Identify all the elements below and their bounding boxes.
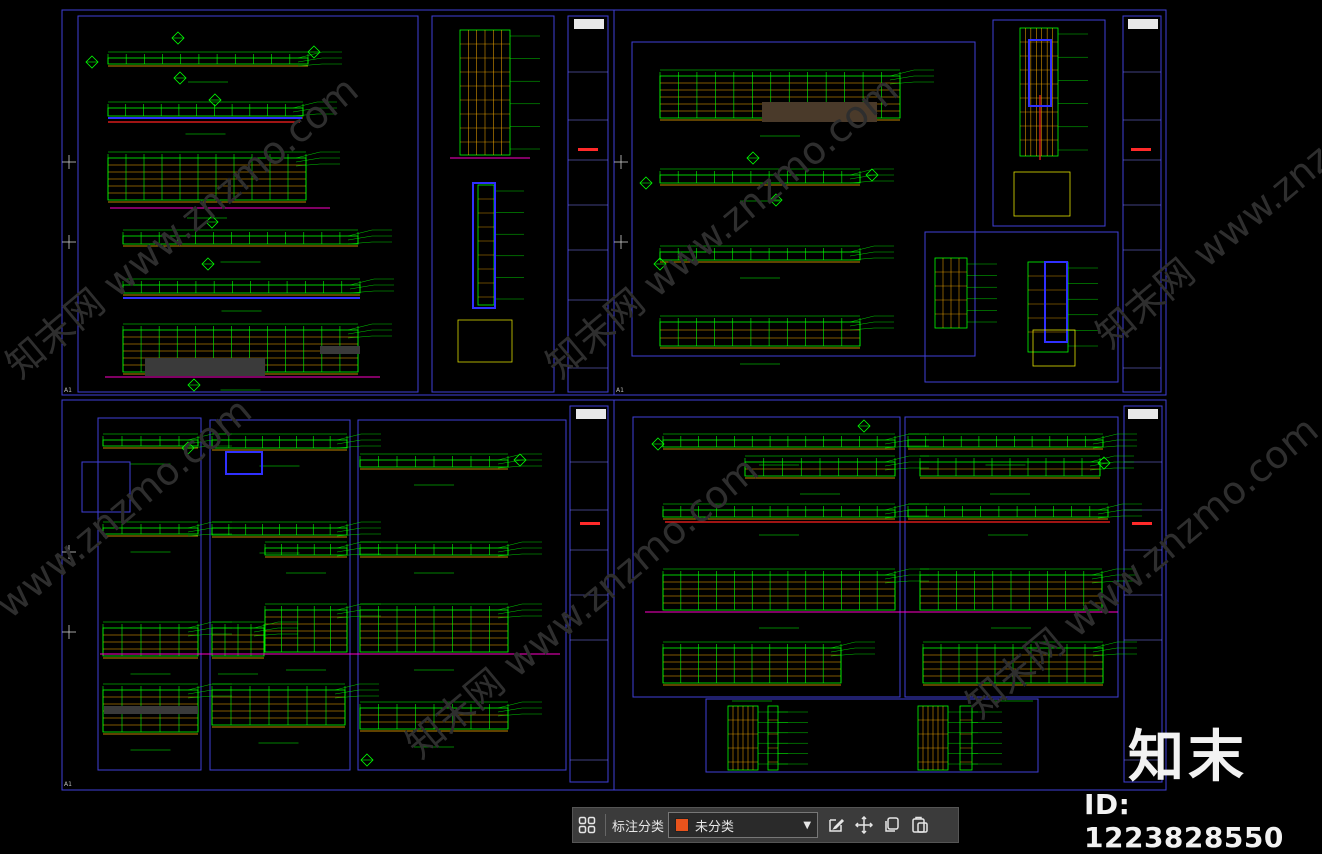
category-select-value: 未分类 [695, 819, 735, 835]
title-blocks [568, 71, 1162, 761]
svg-text:知末网 www.znzmo.com: 知末网 www.znzmo.com [0, 67, 366, 387]
category-color-swatch [675, 818, 690, 832]
svg-text:知末网 www.znzmo.com: 知末网 www.znzmo.com [538, 67, 907, 387]
chevron-down-icon: ▼ [803, 819, 812, 831]
grid-icon[interactable] [573, 811, 601, 839]
svg-text:知末网 www.znzmo.com: 知末网 www.znzmo.com [958, 407, 1322, 727]
foundation-outlines [108, 39, 1068, 475]
move-icon[interactable] [850, 811, 878, 839]
annotation-category-label: 标注分类 [612, 819, 665, 835]
sheet-label-3: A1 [64, 781, 72, 788]
brand-logo-text: 知末 [1128, 725, 1248, 790]
sheet-labels: A1 A1 A1 [64, 387, 624, 788]
svg-text:知末网 www.znzmo.com: 知末网 www.znzmo.com [398, 447, 767, 767]
paste-icon[interactable] [906, 811, 934, 839]
annotation-toolbar: 标注分类 未分类 ▼ [572, 807, 959, 843]
edit-icon[interactable] [822, 811, 850, 839]
title-block-red-stamps [578, 148, 1152, 525]
sheet-label-2: A1 [616, 387, 624, 394]
sheet-label-1: A1 [64, 387, 72, 394]
toolbar-divider [605, 814, 606, 836]
copy-icon[interactable] [878, 811, 906, 839]
svg-text:www.znzmo.com: www.znzmo.com [0, 388, 260, 627]
cad-drawing-canvas[interactable]: A1 A1 A1 知末网 www.znzmo.com 知末网 www.znzmo… [0, 0, 1322, 845]
image-id-text: ID: 1223828550 [1084, 788, 1284, 854]
annotation-category-select[interactable]: 未分类 ▼ [668, 812, 819, 838]
